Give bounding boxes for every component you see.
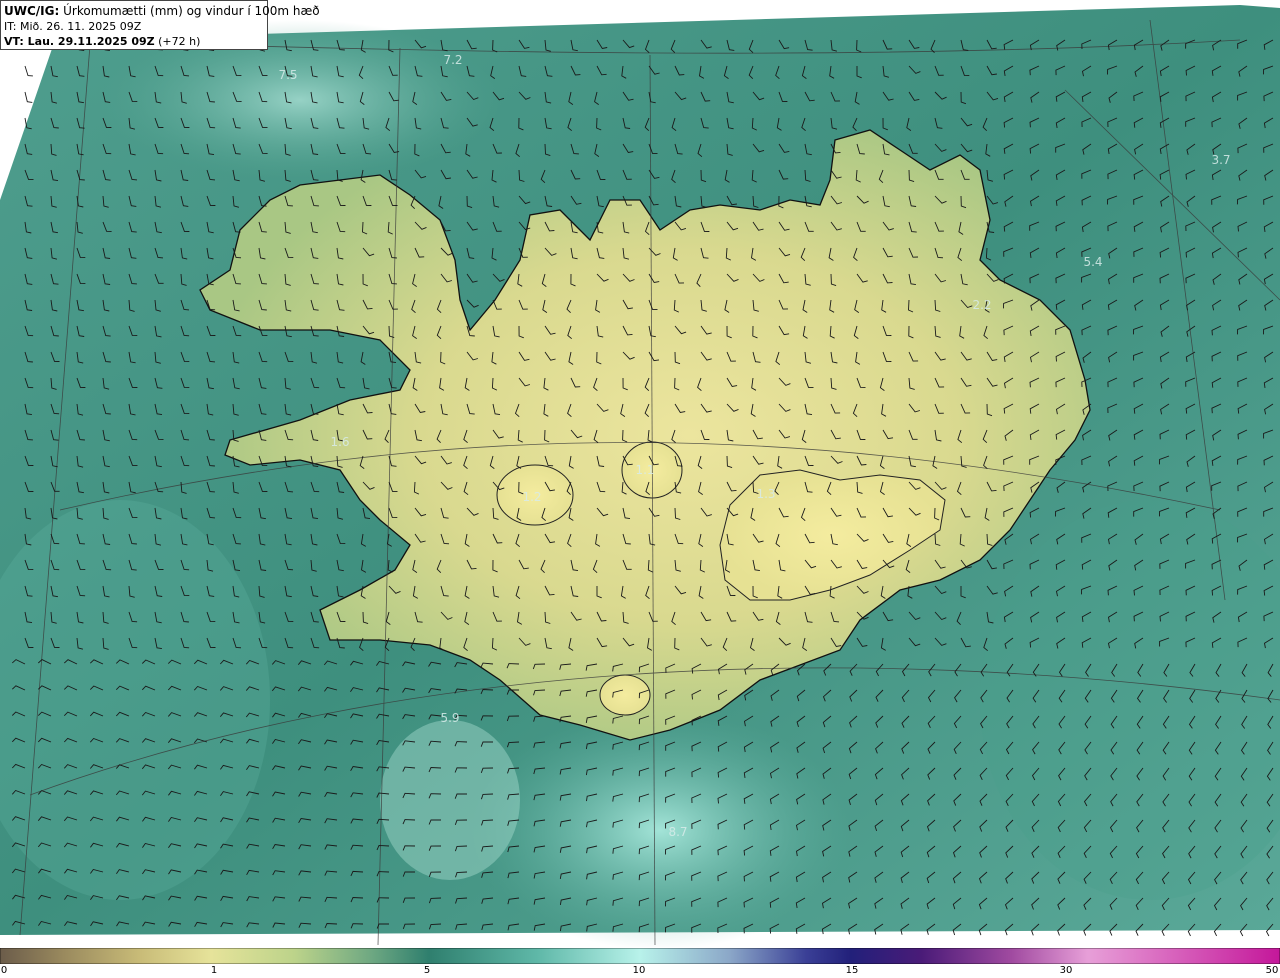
colorbar-tick-1: 1 <box>210 965 218 976</box>
title-box: UWC/IG: Úrkomumætti (mm) og vindur í 100… <box>0 0 320 50</box>
valid-time: VT: Lau. 29.11.2025 09Z (+72 h) <box>4 34 264 49</box>
map-label-sw-sea: 5.9 <box>440 711 460 725</box>
colorbar-tick-15: 15 <box>845 965 859 976</box>
map-label-hofsjokull: 1.1 <box>635 463 655 477</box>
map-label-vatnajokull: 1.3 <box>756 487 776 501</box>
colorbar-strip <box>0 948 1280 964</box>
valid-time-lead: (+72 h) <box>154 35 201 48</box>
map-label-west: 1.6 <box>330 435 350 449</box>
map-label-ne-coast: 2.2 <box>972 298 992 312</box>
glacier-myrdalsjokull <box>599 674 651 716</box>
map-label-n-sea: 7.2 <box>443 53 463 67</box>
valid-time-date: VT: Lau. 29.11.2025 09Z <box>4 35 155 48</box>
map-label-ne-sea: 5.4 <box>1083 255 1103 269</box>
title-line-1: UWC/IG: Úrkomumætti (mm) og vindur í 100… <box>4 4 320 19</box>
colorbar-tick-50: 50 <box>1265 965 1279 976</box>
colorbar-tick-10: 10 <box>632 965 646 976</box>
map-label-ne-far: 3.7 <box>1211 153 1231 167</box>
colorbar-tick-0: 0 <box>0 965 8 976</box>
colorbar-tick-5: 5 <box>423 965 431 976</box>
sea-highlight-south <box>470 710 850 947</box>
map-label-langjokull: 1.2 <box>522 490 542 504</box>
colorbar-tick-30: 30 <box>1059 965 1073 976</box>
colorbar-legend: 0 1 5 10 15 30 50 <box>0 947 1280 978</box>
field-description: Úrkomumætti (mm) og vindur í 100m hæð <box>59 4 320 18</box>
model-name: UWC/IG: <box>4 4 60 18</box>
map-label-nw-sea: 7.5 <box>278 68 298 82</box>
initial-time: IT: Mið. 26. 11. 2025 09Z <box>4 20 142 33</box>
map-label-s-sea: 8.7 <box>668 825 688 839</box>
